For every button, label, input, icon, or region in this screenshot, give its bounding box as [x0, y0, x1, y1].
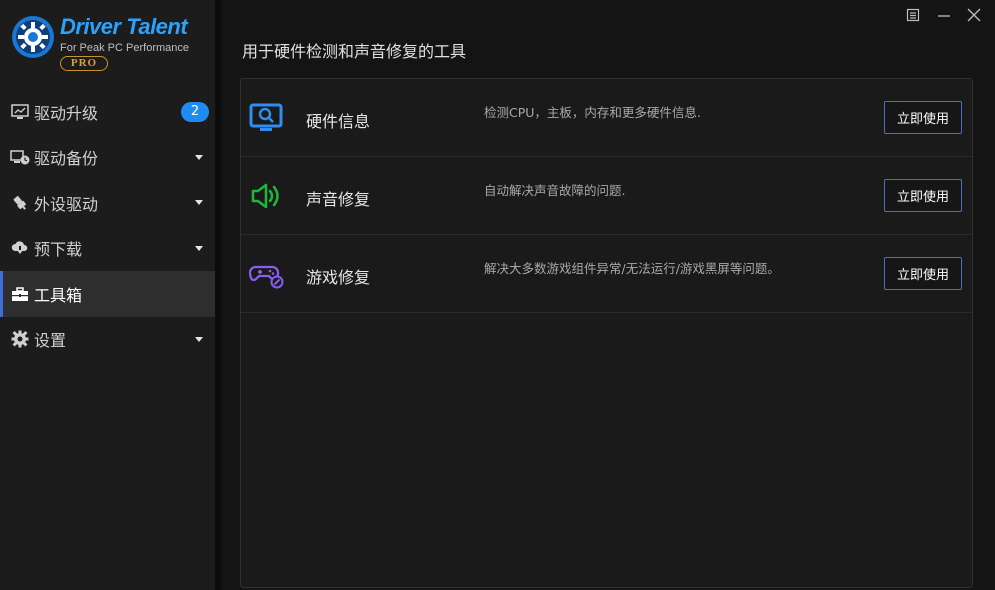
usb-icon	[10, 193, 30, 213]
minimize-icon	[938, 15, 950, 17]
tools-panel: 硬件信息 检测CPU，主板，内存和更多硬件信息. 立即使用 声音修复 自动解决声…	[240, 78, 973, 588]
speaker-icon	[251, 183, 279, 209]
backup-icon	[10, 147, 30, 167]
page-title: 用于硬件检测和声音修复的工具	[242, 42, 467, 61]
menu-icon	[906, 8, 920, 22]
sidebar-item-pre-download[interactable]: 预下载	[0, 226, 215, 272]
tool-description: 解决大多数游戏组件异常/无法运行/游戏黑屏等问题。	[484, 261, 780, 276]
gear-icon	[10, 329, 30, 349]
sidebar-item-label: 驱动备份	[34, 149, 99, 169]
gear-logo-icon	[12, 16, 54, 58]
chevron-down-icon	[195, 245, 203, 251]
minimize-button[interactable]	[935, 6, 953, 24]
sidebar-item-label: 预下载	[34, 240, 83, 260]
tool-name: 声音修复	[306, 190, 371, 209]
tool-description: 检测CPU，主板，内存和更多硬件信息.	[484, 105, 701, 120]
chevron-down-icon	[195, 154, 203, 160]
gamepad-icon	[249, 265, 284, 289]
sidebar-nav: 驱动升级 2 驱动备份 外设驱动 预下载 工具箱 设置	[0, 89, 215, 362]
logo-title: Driver Talent	[60, 14, 188, 39]
hardware-monitor-icon	[249, 103, 283, 131]
update-count-badge: 2	[181, 102, 209, 122]
sidebar-item-label: 外设驱动	[34, 194, 99, 214]
sidebar-item-label: 设置	[34, 331, 67, 351]
toolbox-icon	[10, 284, 30, 304]
sidebar-item-label: 驱动升级	[34, 103, 99, 123]
cloud-download-icon	[10, 238, 30, 258]
sidebar-item-driver-backup[interactable]: 驱动备份	[0, 135, 215, 181]
sidebar-item-toolbox[interactable]: 工具箱	[0, 271, 215, 317]
close-button[interactable]	[965, 6, 983, 24]
sidebar-item-label: 工具箱	[34, 285, 83, 305]
use-now-button-game[interactable]: 立即使用	[884, 257, 962, 290]
chevron-down-icon	[195, 336, 203, 342]
monitor-icon	[10, 102, 30, 122]
use-now-button-sound[interactable]: 立即使用	[884, 179, 962, 212]
sidebar-divider	[215, 0, 221, 590]
sidebar-item-settings[interactable]: 设置	[0, 317, 215, 363]
sidebar-item-peripheral-drivers[interactable]: 外设驱动	[0, 180, 215, 226]
tool-row-game-repair: 游戏修复 解决大多数游戏组件异常/无法运行/游戏黑屏等问题。 立即使用	[241, 235, 972, 313]
close-icon	[967, 8, 981, 22]
pro-badge: PRO	[60, 56, 108, 71]
tool-row-sound-repair: 声音修复 自动解决声音故障的问题. 立即使用	[241, 157, 972, 235]
tool-name: 游戏修复	[306, 268, 371, 287]
tool-row-hardware-info: 硬件信息 检测CPU，主板，内存和更多硬件信息. 立即使用	[241, 79, 972, 157]
tool-name: 硬件信息	[306, 112, 371, 131]
sidebar: Driver Talent For Peak PC Performance PR…	[0, 0, 215, 590]
use-now-button-hardware[interactable]: 立即使用	[884, 101, 962, 134]
menu-button[interactable]	[904, 6, 922, 24]
app-logo: Driver Talent For Peak PC Performance PR…	[0, 0, 215, 88]
sidebar-item-driver-update[interactable]: 驱动升级 2	[0, 89, 215, 135]
logo-subtitle: For Peak PC Performance	[60, 42, 189, 54]
chevron-down-icon	[195, 200, 203, 205]
tool-description: 自动解决声音故障的问题.	[484, 183, 626, 198]
